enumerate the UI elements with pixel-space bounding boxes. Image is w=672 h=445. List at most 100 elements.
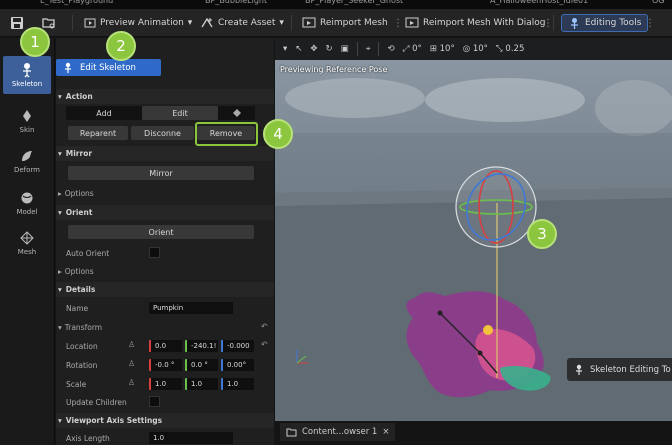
location-x-field[interactable]: 0.0 — [149, 340, 182, 352]
save-button[interactable] — [10, 14, 24, 32]
chevron-down-icon: ▾ — [58, 416, 62, 425]
orient-button[interactable]: Orient — [68, 225, 254, 239]
editing-tools-label: Editing Tools — [585, 18, 642, 28]
lock-icon[interactable]: ♙ — [128, 378, 135, 387]
chevron-down-icon: ▾ — [58, 323, 62, 332]
scale-icon[interactable]: ▣ — [341, 44, 349, 54]
more-options-icon[interactable]: ⋮ — [543, 14, 553, 32]
section-mirror[interactable]: ▾ Mirror — [56, 146, 274, 161]
viewport[interactable]: ▾ ↖ ✥ ↻ ▣ ⌖ ⟲ ⤢ 0° ⊞ 10° ◎ 10° ⤡ 0.25 Pr… — [275, 38, 672, 421]
reimport-mesh-button[interactable]: Reimport Mesh — [302, 14, 388, 32]
translate-icon[interactable]: ✥ — [310, 44, 317, 54]
disconnect-button[interactable]: Disconne — [131, 126, 194, 140]
chevron-down-icon: ▾ — [58, 149, 62, 158]
doc-tab[interactable]: OG — [652, 0, 665, 8]
skeleton-icon — [576, 364, 582, 375]
name-field[interactable]: Pumpkin — [149, 302, 233, 314]
edit-button[interactable]: Edit — [142, 106, 218, 120]
scale-snap[interactable]: ⤡ 0.25 — [496, 44, 524, 54]
rotate-icon[interactable]: ↻ — [326, 44, 333, 54]
edit-skeleton-button[interactable]: Edit Skeleton — [56, 59, 161, 76]
reimport-mesh-dialog-label: Reimport Mesh With Dialog — [423, 18, 546, 28]
callout-badge: 2 — [106, 31, 136, 61]
select-icon[interactable]: ↖ — [295, 44, 302, 54]
location-z-field[interactable]: -0.000 — [221, 340, 254, 352]
reimport-mesh-label: Reimport Mesh — [320, 18, 388, 28]
chevron-down-icon: ▾ — [279, 18, 284, 28]
reset-icon[interactable]: ↶ — [261, 340, 268, 349]
skeleton-editing-panel: Edit Skeleton ▾ Action Add Edit Reparent… — [56, 38, 274, 445]
add-button[interactable]: Add — [66, 106, 142, 120]
axis-length-label: Axis Length — [66, 434, 110, 443]
reimport-icon — [302, 17, 316, 28]
section-details[interactable]: ▾ Details — [56, 282, 274, 297]
lock-icon[interactable]: ♙ — [128, 359, 135, 368]
reimport-mesh-dialog-button[interactable]: Reimport Mesh With Dialog — [405, 14, 545, 32]
scale-z-field[interactable]: 1.0 — [221, 378, 254, 390]
transform-expander[interactable]: ▾ Transform — [58, 323, 102, 332]
mode-label: Model — [16, 208, 38, 216]
location-label: Location — [66, 342, 98, 351]
mirror-button[interactable]: Mirror — [68, 166, 254, 180]
mode-mesh[interactable]: Mesh — [3, 224, 51, 262]
grid-snap[interactable]: ⊞ 10° — [430, 44, 455, 54]
section-title: Action — [65, 92, 93, 101]
lock-icon[interactable]: ♙ — [128, 340, 135, 349]
mode-skeleton[interactable]: Skeleton — [3, 56, 51, 94]
skeleton-icon — [65, 62, 71, 73]
section-viewport-axis[interactable]: ▾ Viewport Axis Settings — [56, 413, 274, 428]
chevron-down-icon: ▾ — [58, 92, 62, 101]
update-children-checkbox[interactable] — [149, 396, 160, 407]
remove-highlight — [195, 122, 258, 146]
auto-orient-checkbox[interactable] — [149, 247, 160, 258]
callout-badge: 1 — [20, 27, 50, 57]
create-asset-label: Create Asset — [218, 18, 276, 28]
mode-skin[interactable]: Skin — [3, 102, 51, 140]
axis-length-field[interactable]: 1.0 — [149, 432, 233, 444]
rotation-y-field[interactable]: 0.0 ° — [185, 359, 218, 371]
camera-icon[interactable]: ⌖ — [366, 44, 371, 54]
rotate-snap[interactable]: ◎ 10° — [463, 44, 488, 54]
folder-search-icon — [42, 18, 55, 29]
rotation-x-field[interactable]: -0.0 ° — [149, 359, 182, 371]
rotation-z-field[interactable]: 0.00° — [221, 359, 254, 371]
viewport-options-icon[interactable]: ▾ — [283, 44, 287, 54]
reparent-button[interactable]: Reparent — [68, 126, 128, 140]
scale-y-field[interactable]: 1.0 — [185, 378, 218, 390]
close-icon[interactable]: × — [382, 427, 389, 437]
location-y-field[interactable]: -240.1! — [185, 340, 218, 352]
more-options-icon[interactable]: ⋮ — [393, 14, 403, 32]
section-orient[interactable]: ▾ Orient — [56, 205, 274, 220]
paint-mode-button[interactable] — [218, 106, 255, 120]
doc-tab[interactable]: A_HalloweenHost_Idle01 — [490, 0, 588, 8]
mode-bar: Skeleton Skin Deform Model Mesh — [0, 38, 55, 445]
mode-label: Skin — [19, 126, 35, 134]
model-icon — [21, 192, 33, 204]
chevron-down-icon: ▾ — [187, 18, 193, 28]
folder-icon — [286, 428, 297, 437]
mode-label: Mesh — [17, 248, 37, 256]
editing-tools-button[interactable]: Editing Tools — [561, 14, 649, 32]
content-browser-tab[interactable]: Content...owser 1 × — [280, 423, 396, 441]
auto-orient-label: Auto Orient — [66, 249, 110, 258]
preview-animation-dropdown[interactable]: Preview Animation ▾ — [84, 14, 192, 32]
scale-x-field[interactable]: 1.0 — [149, 378, 182, 390]
skin-icon — [23, 110, 31, 122]
angle-snap[interactable]: ⤢ 0° — [403, 44, 422, 54]
doc-tab[interactable]: BP_BubbleLight — [205, 0, 267, 8]
mirror-options-expander[interactable]: ▸ Options — [58, 189, 94, 198]
mode-deform[interactable]: Deform — [3, 142, 51, 180]
scale-label: Scale — [66, 380, 87, 389]
mode-model[interactable]: Model — [3, 184, 51, 222]
preview-animation-label: Preview Animation — [100, 18, 184, 28]
snap-rotate-icon[interactable]: ⟲ — [387, 44, 394, 54]
mode-label: Deform — [13, 166, 41, 174]
more-options-icon[interactable]: ⋮ — [645, 14, 655, 32]
section-action[interactable]: ▾ Action — [56, 89, 274, 104]
section-title: Orient — [65, 208, 93, 217]
doc-tab[interactable]: BP_Player_Seeker_Ghost — [305, 0, 403, 8]
create-asset-dropdown[interactable]: Create Asset ▾ — [200, 14, 284, 32]
reset-icon[interactable]: ↶ — [261, 322, 268, 331]
orient-options-expander[interactable]: ▸ Options — [58, 267, 94, 276]
doc-tab[interactable]: L_Test_Playground — [40, 0, 113, 8]
